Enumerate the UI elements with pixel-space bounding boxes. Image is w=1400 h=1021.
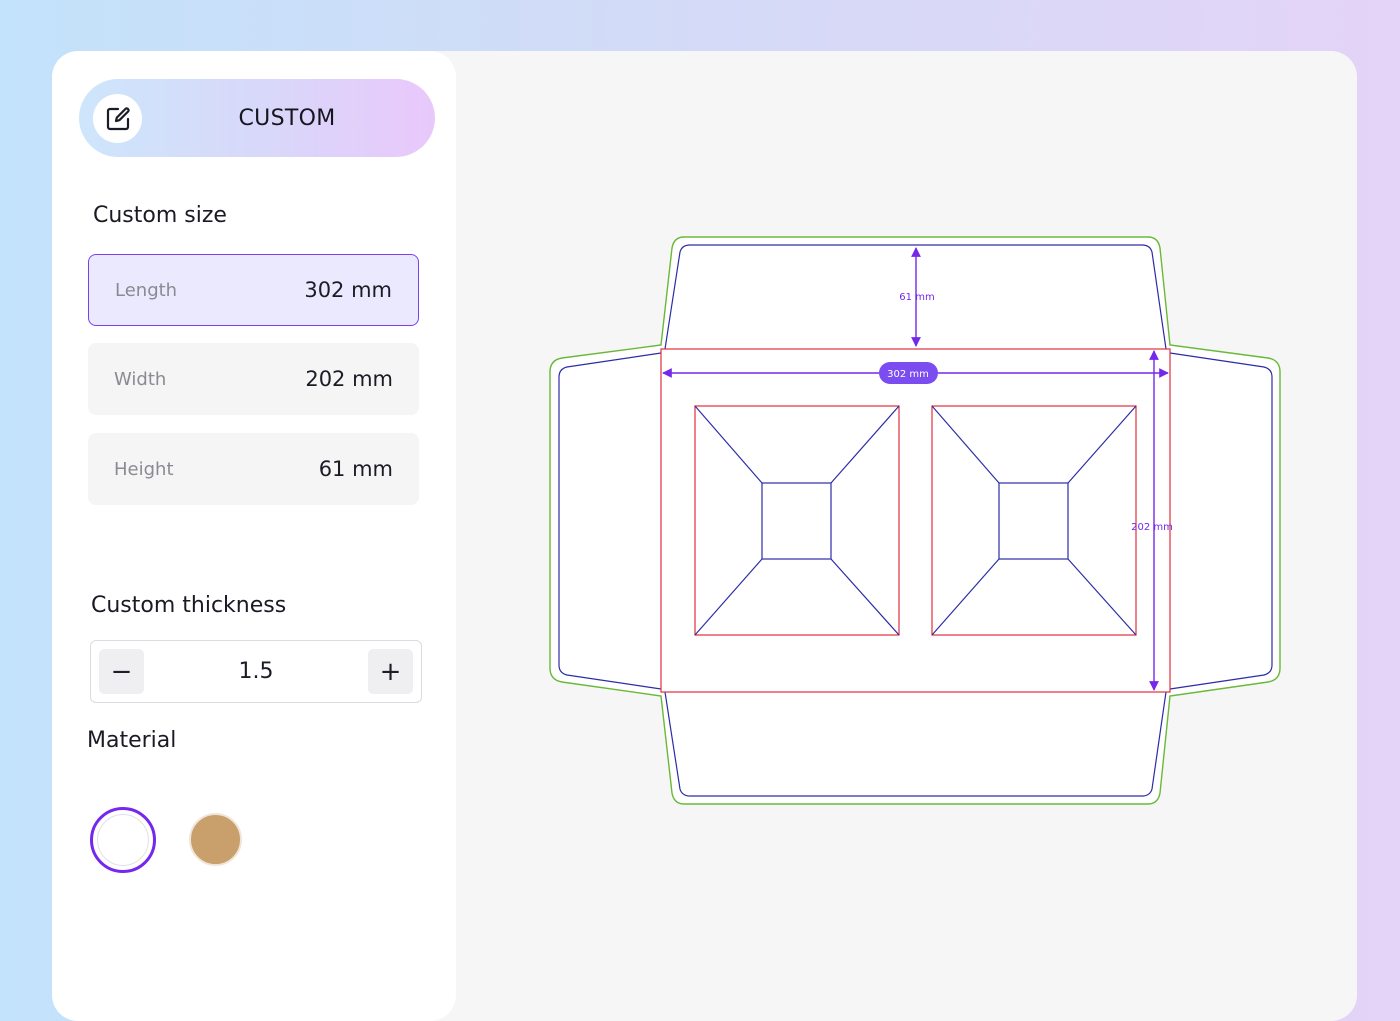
box-dieline: 61 mm 302 mm 202 mm — [549, 236, 1281, 805]
width-dimension-label: 202 mm — [1131, 522, 1173, 533]
height-dimension-label: 61 mm — [899, 292, 934, 303]
length-dimension-label: 302 mm — [887, 369, 929, 380]
